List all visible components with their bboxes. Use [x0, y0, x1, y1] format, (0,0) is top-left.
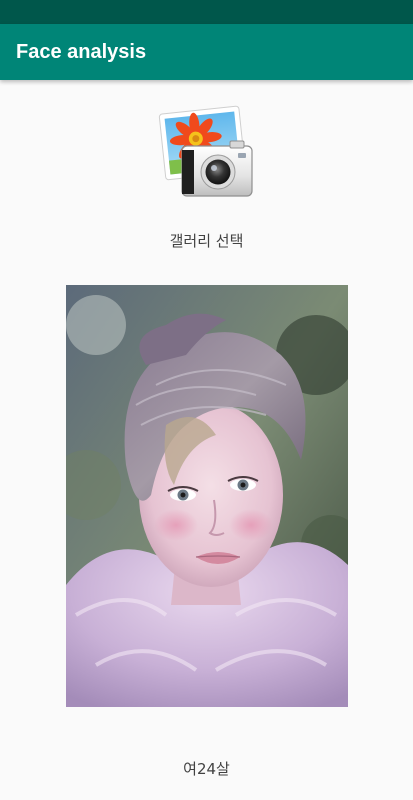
- gallery-select-label: 갤러리 선택: [169, 232, 244, 250]
- main-content: 갤러리 선택 여24살: [0, 80, 413, 800]
- age-result-text: 여24살: [183, 760, 230, 778]
- selected-photo: [66, 285, 348, 707]
- app-title: Face analysis: [16, 41, 147, 63]
- gallery-camera-icon[interactable]: [156, 102, 258, 208]
- app-bar: Face analysis: [0, 24, 413, 80]
- status-bar: [0, 0, 413, 24]
- gallery-select-button[interactable]: 갤러리 선택: [140, 102, 273, 250]
